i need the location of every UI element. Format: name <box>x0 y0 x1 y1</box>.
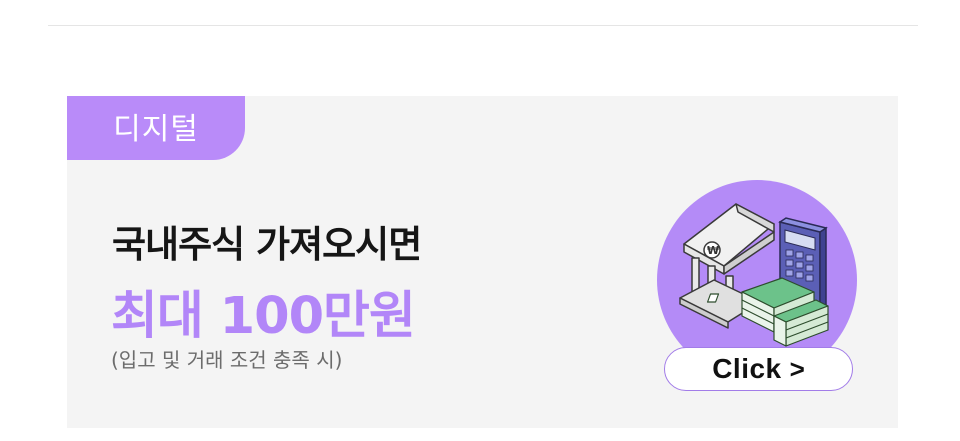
banner-headline: 국내주식 가져오시면 <box>112 223 422 266</box>
promo-banner[interactable]: 디지털 국내주식 가져오시면 최대 100만원 (입고 및 거래 조건 충족 시… <box>67 96 898 428</box>
click-button[interactable]: Click > <box>664 347 853 391</box>
banner-subheadline: 최대 100만원 <box>111 287 416 346</box>
category-badge-label: 디지털 <box>113 112 199 147</box>
chevron-right-icon: > <box>789 353 805 384</box>
click-button-label: Click <box>712 353 782 384</box>
top-divider <box>48 25 918 26</box>
category-badge: 디지털 <box>67 96 245 160</box>
bank-money-illustration: ₩ <box>656 180 858 380</box>
bank-money-calculator-icon: ₩ <box>657 180 857 380</box>
banner-condition-note: (입고 및 거래 조건 충족 시) <box>111 348 343 372</box>
svg-text:₩: ₩ <box>707 244 719 257</box>
